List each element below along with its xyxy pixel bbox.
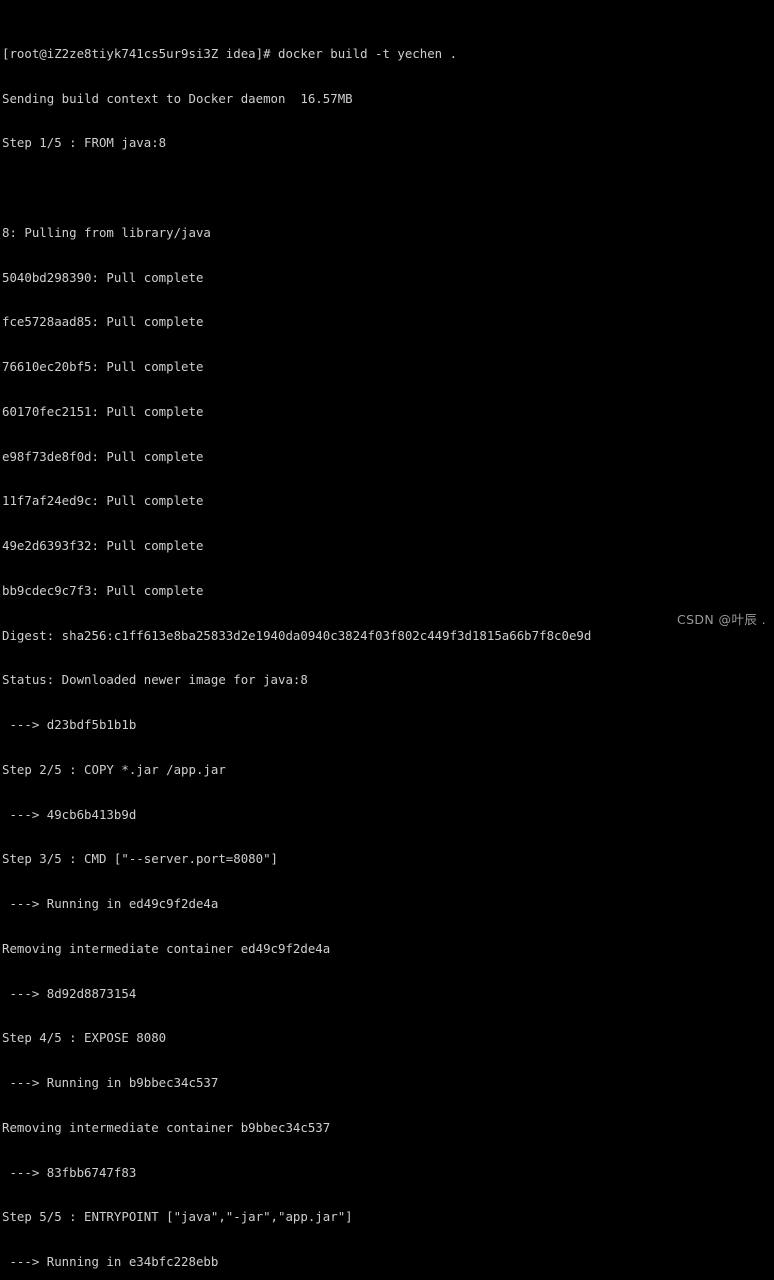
terminal-line: Removing intermediate container b9bbec34… (2, 1119, 331, 1135)
terminal-line: ---> Running in ed49c9f2de4a (2, 896, 219, 912)
terminal-line: 60170fec2151: Pull complete (2, 403, 204, 419)
terminal-line: e98f73de8f0d: Pull complete (2, 448, 204, 464)
terminal-line: 49e2d6393f32: Pull complete (2, 538, 204, 554)
terminal-line: 76610ec20bf5: Pull complete (2, 359, 204, 375)
terminal-line: Step 2/5 : COPY *.jar /app.jar (2, 761, 226, 777)
terminal-line: Status: Downloaded newer image for java:… (2, 672, 308, 688)
terminal-line: Sending build context to Docker daemon 1… (2, 90, 353, 106)
terminal-line: bb9cdec9c7f3: Pull complete (2, 582, 204, 598)
terminal-line: 5040bd298390: Pull complete (2, 269, 204, 285)
terminal-line: Step 4/5 : EXPOSE 8080 (2, 1030, 167, 1046)
terminal-line: 11f7af24ed9c: Pull complete (2, 493, 204, 509)
terminal-line: ---> 8d92d8873154 (2, 985, 137, 1001)
terminal-line: Step 1/5 : FROM java:8 (2, 135, 167, 151)
terminal-line: Step 3/5 : CMD ["--server.port=8080"] (2, 851, 279, 867)
terminal-line: ---> Running in b9bbec34c537 (2, 1075, 219, 1091)
terminal-line: Removing intermediate container ed49c9f2… (2, 940, 331, 956)
terminal-line: 8: Pulling from library/java (2, 224, 211, 240)
terminal-line: ---> 49cb6b413b9d (2, 806, 137, 822)
terminal-window[interactable]: [root@iZ2ze8tiyk741cs5ur9si3Z idea]# doc… (0, 0, 774, 1269)
terminal-line: fce5728aad85: Pull complete (2, 314, 204, 330)
terminal-line: ---> 83fbb6747f83 (2, 1164, 137, 1180)
terminal-line: ---> Running in e34bfc228ebb (2, 1254, 219, 1270)
terminal-line: Step 5/5 : ENTRYPOINT ["java","-jar","ap… (2, 1209, 353, 1225)
terminal-line: ---> d23bdf5b1b1b (2, 717, 137, 733)
terminal-line: [root@iZ2ze8tiyk741cs5ur9si3Z idea]# doc… (2, 45, 458, 61)
terminal-line-digest: Digest: sha256:c1ff613e8ba25833d2e1940da… (2, 627, 592, 643)
csdn-watermark: CSDN @叶辰 . (676, 612, 766, 628)
